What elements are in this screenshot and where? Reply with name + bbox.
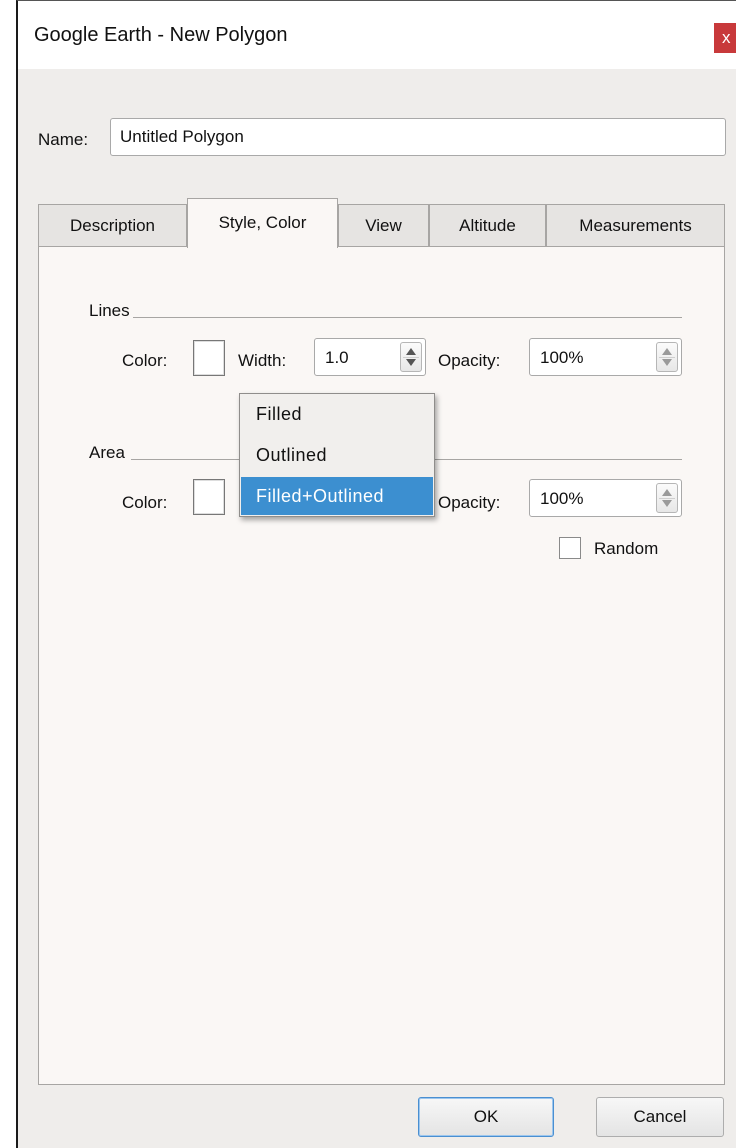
spin-divider bbox=[403, 357, 419, 358]
area-opacity-value: 100% bbox=[540, 489, 584, 508]
area-opacity-label: Opacity: bbox=[438, 493, 501, 512]
style-color-panel: Lines Color: Width: 1.0 Opacity: 100% Ar… bbox=[38, 246, 725, 1085]
dialog-window: Google Earth - New Polygon x Name: Descr… bbox=[16, 0, 736, 1148]
spin-down-icon bbox=[662, 359, 672, 366]
tab-view[interactable]: View bbox=[338, 204, 429, 246]
dropdown-option-filled-outlined[interactable]: Filled+Outlined bbox=[241, 477, 433, 515]
lines-width-value: 1.0 bbox=[325, 348, 349, 367]
lines-opacity-label: Opacity: bbox=[438, 351, 501, 370]
lines-opacity-spinbox[interactable]: 100% bbox=[529, 338, 682, 376]
name-input[interactable] bbox=[110, 118, 726, 156]
area-group-label: Area bbox=[89, 443, 125, 462]
random-checkbox[interactable] bbox=[559, 537, 581, 559]
close-button[interactable]: x bbox=[714, 23, 736, 53]
tab-altitude[interactable]: Altitude bbox=[429, 204, 546, 246]
dropdown-option-filled[interactable]: Filled bbox=[241, 395, 433, 433]
lines-opacity-value: 100% bbox=[540, 348, 584, 367]
tab-altitude-label: Altitude bbox=[459, 215, 516, 235]
ok-button[interactable]: OK bbox=[418, 1097, 554, 1137]
spin-up-icon bbox=[406, 348, 416, 355]
area-opacity-spin-arrows[interactable] bbox=[656, 483, 678, 513]
spin-divider bbox=[659, 498, 675, 499]
tab-style-color-label: Style, Color bbox=[218, 213, 307, 232]
tab-measurements[interactable]: Measurements bbox=[546, 204, 725, 246]
lines-opacity-spin-arrows[interactable] bbox=[656, 342, 678, 372]
lines-group-label: Lines bbox=[89, 301, 130, 320]
lines-width-spin-arrows[interactable] bbox=[400, 342, 422, 372]
window-title: Google Earth - New Polygon bbox=[34, 24, 288, 46]
area-color-label: Color: bbox=[122, 493, 168, 512]
cancel-button[interactable]: Cancel bbox=[596, 1097, 724, 1137]
spin-down-icon bbox=[406, 359, 416, 366]
lines-group-divider bbox=[133, 317, 682, 318]
lines-width-label: Width: bbox=[238, 351, 287, 370]
tab-description-label: Description bbox=[69, 215, 156, 235]
spin-divider bbox=[659, 357, 675, 358]
area-color-swatch[interactable] bbox=[193, 479, 225, 515]
dropdown-option-outlined[interactable]: Outlined bbox=[241, 436, 433, 474]
close-icon: x bbox=[722, 28, 731, 47]
tab-view-label: View bbox=[365, 215, 402, 235]
lines-color-swatch[interactable] bbox=[193, 340, 225, 376]
spin-up-icon bbox=[662, 489, 672, 496]
fill-mode-dropdown[interactable]: Filled Outlined Filled+Outlined bbox=[239, 393, 435, 517]
lines-width-spinbox[interactable]: 1.0 bbox=[314, 338, 426, 376]
title-bar[interactable]: Google Earth - New Polygon x bbox=[18, 1, 736, 69]
lines-color-label: Color: bbox=[122, 351, 168, 370]
area-opacity-spinbox[interactable]: 100% bbox=[529, 479, 682, 517]
tab-style-color[interactable]: Style, Color bbox=[187, 198, 338, 248]
tab-description[interactable]: Description bbox=[38, 204, 187, 246]
spin-down-icon bbox=[662, 500, 672, 507]
tab-measurements-label: Measurements bbox=[579, 215, 692, 235]
spin-up-icon bbox=[662, 348, 672, 355]
random-label: Random bbox=[594, 539, 659, 558]
name-label: Name: bbox=[38, 130, 89, 149]
